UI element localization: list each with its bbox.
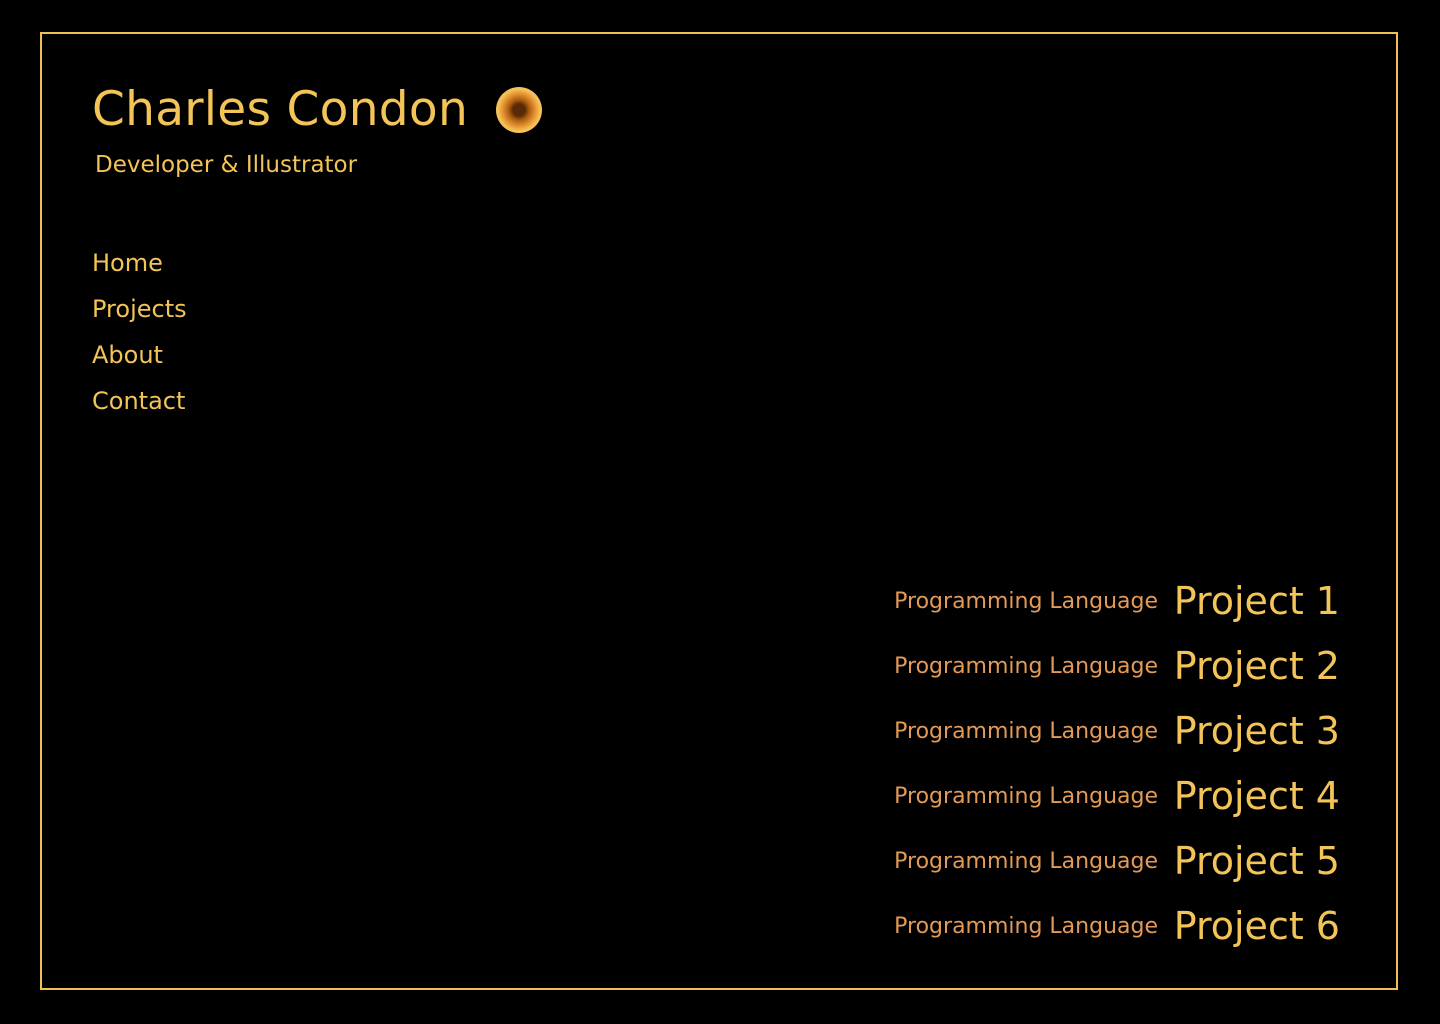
- project-row: Programming Language Project 4: [860, 769, 1340, 834]
- nav-item-contact[interactable]: Contact: [92, 384, 187, 430]
- project-language: Programming Language: [894, 914, 1158, 939]
- project-language: Programming Language: [894, 719, 1158, 744]
- project-row: Programming Language Project 6: [860, 899, 1340, 964]
- site-title: Charles Condon: [92, 82, 469, 137]
- project-language: Programming Language: [894, 589, 1158, 614]
- project-row: Programming Language Project 3: [860, 704, 1340, 769]
- name-row: Charles Condon: [92, 80, 543, 140]
- sun-orb-icon: [496, 87, 543, 133]
- nav-item-home[interactable]: Home: [92, 246, 187, 292]
- project-row: Programming Language Project 1: [860, 574, 1340, 639]
- project-link-1[interactable]: Project 1: [1174, 574, 1340, 628]
- project-link-6[interactable]: Project 6: [1174, 899, 1340, 953]
- site-header: Charles Condon: [92, 80, 543, 140]
- project-row: Programming Language Project 5: [860, 834, 1340, 899]
- project-language: Programming Language: [894, 849, 1158, 874]
- project-list: Programming Language Project 1 Programmi…: [860, 574, 1340, 964]
- project-link-4[interactable]: Project 4: [1174, 769, 1340, 823]
- nav-item-projects[interactable]: Projects: [92, 292, 187, 338]
- project-link-5[interactable]: Project 5: [1174, 834, 1340, 888]
- project-row: Programming Language Project 2: [860, 639, 1340, 704]
- main-nav: Home Projects About Contact: [92, 246, 187, 430]
- project-language: Programming Language: [894, 784, 1158, 809]
- nav-item-about[interactable]: About: [92, 338, 187, 384]
- project-link-3[interactable]: Project 3: [1174, 704, 1340, 758]
- project-language: Programming Language: [894, 654, 1158, 679]
- project-link-2[interactable]: Project 2: [1174, 639, 1340, 693]
- site-tagline: Developer & Illustrator: [95, 152, 358, 178]
